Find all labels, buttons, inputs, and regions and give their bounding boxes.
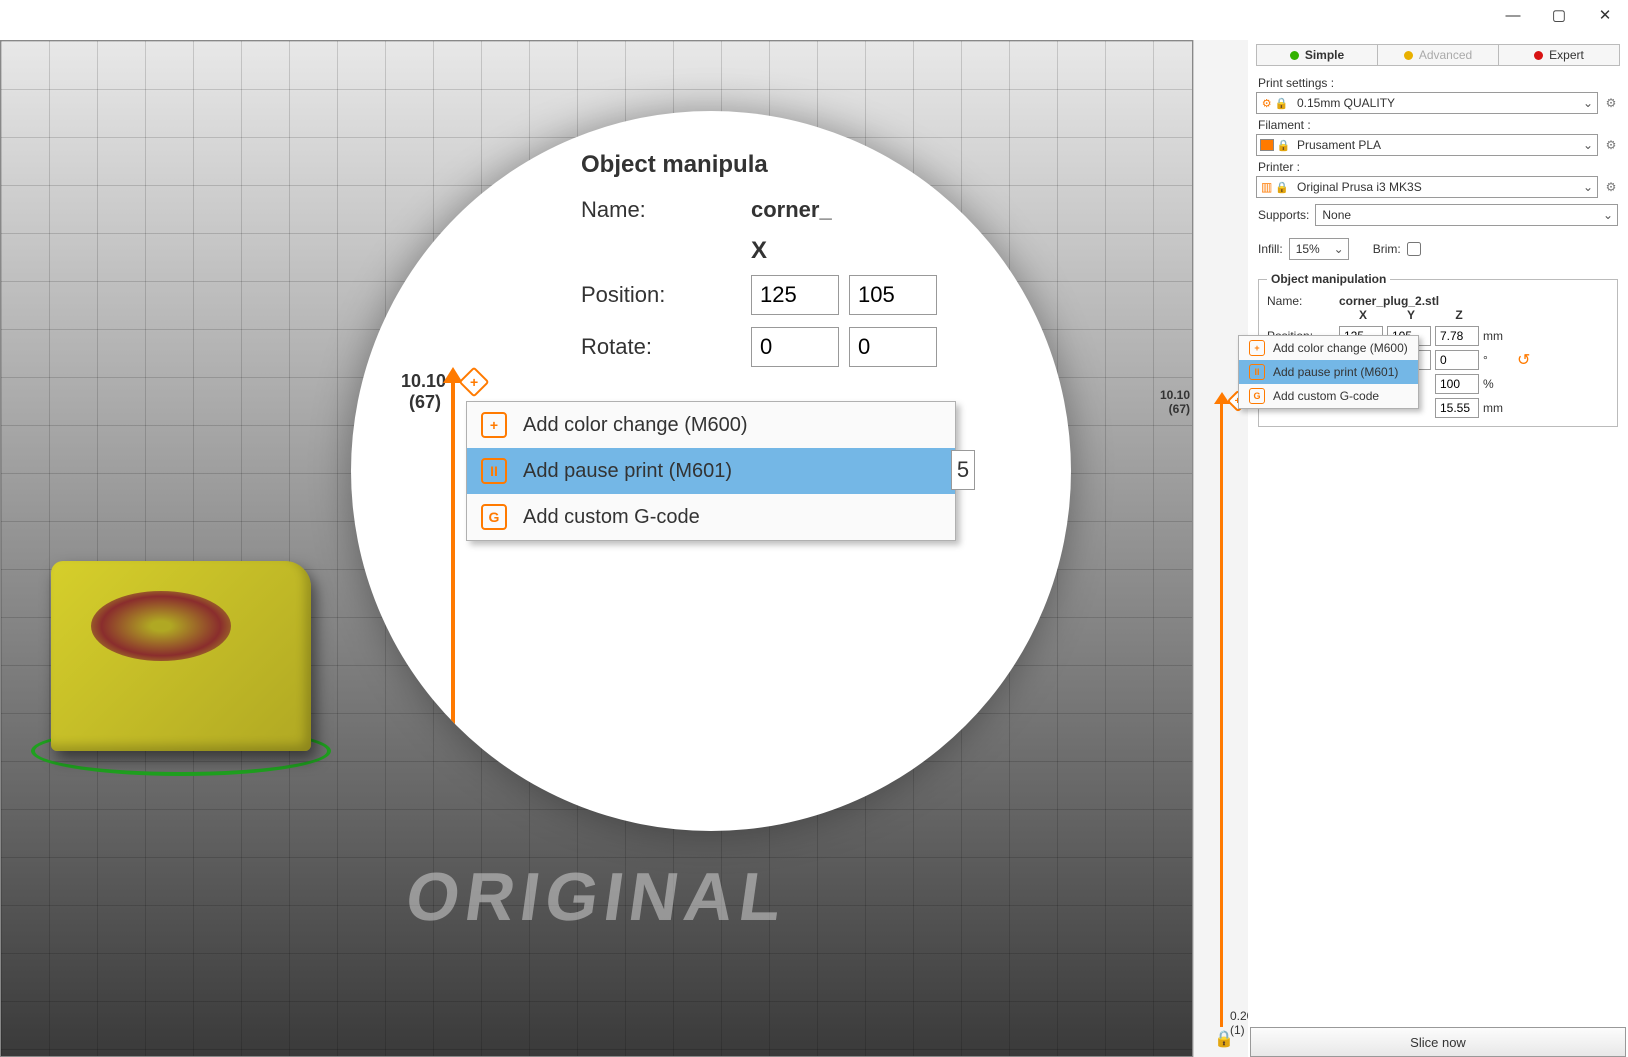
zoom-position-x-input[interactable] [751,275,839,315]
print-settings-label: Print settings : [1258,76,1618,90]
plus-icon: + [1249,340,1265,356]
zoom-layer-slider[interactable] [451,371,455,791]
filament-edit-button[interactable]: ⚙ [1602,138,1620,152]
settings-panel: Simple Advanced Expert Print settings : … [1248,40,1628,1057]
window-close-button[interactable]: ✕ [1582,0,1628,30]
layer-slider-column: 10.10 (67) + 0.20 (1) 🔒 [1193,40,1248,1057]
plus-icon: + [481,412,507,438]
printer-icon: ▥ [1261,180,1272,194]
rotate-unit: ° [1483,353,1511,367]
chevron-down-icon: ⌄ [1579,96,1597,110]
filament-label: Filament : [1258,118,1618,132]
lock-icon: 🔒 [1277,139,1291,152]
zoom-name-label: Name: [581,197,751,223]
pause-icon: II [1249,364,1265,380]
dot-red-icon [1534,51,1543,60]
3d-viewport[interactable]: ORIGINAL 10.10 (67) + Object manipula Na… [0,40,1193,1057]
axis-y-header: Y [1387,308,1435,322]
print-settings-edit-button[interactable]: ⚙ [1602,96,1620,110]
scale-unit: % [1483,377,1511,391]
filament-color-swatch [1260,139,1274,151]
scale-z-input[interactable] [1435,374,1479,394]
rotate-reset-button[interactable]: ↺ [1517,350,1530,370]
zoom-name-value: corner_ [751,197,832,223]
zoom-menu-add-pause-print[interactable]: II Add pause print (M601) [467,448,955,494]
zoom-rotate-x-input[interactable] [751,327,839,367]
print-settings-combo[interactable]: ⚙🔒 0.15mm QUALITY ⌄ [1256,92,1598,114]
mode-tab-advanced[interactable]: Advanced [1378,45,1499,65]
zoom-rotate-y-input[interactable] [849,327,937,367]
zoom-axis-x-header: X [751,237,1071,265]
brim-label: Brim: [1373,242,1401,256]
printer-label: Printer : [1258,160,1618,174]
zoom-section-title: Object manipula [581,151,1071,179]
axis-z-header: Z [1435,308,1483,322]
chevron-down-icon: ⌄ [1579,180,1597,194]
menu-add-pause-print[interactable]: II Add pause print (M601) [1239,360,1418,384]
axis-x-header: X [1339,308,1387,322]
lock-icon: 🔒 [1275,97,1289,110]
layer-slider[interactable] [1220,400,1223,1027]
zoom-menu-add-color-change[interactable]: + Add color change (M600) [467,402,955,448]
printer-combo[interactable]: ▥🔒 Original Prusa i3 MK3S ⌄ [1256,176,1598,198]
mode-tab-simple[interactable]: Simple [1257,45,1378,65]
zoom-hidden-input-peek: 5 [951,450,975,490]
infill-label: Infill: [1258,242,1283,256]
printer-edit-button[interactable]: ⚙ [1602,180,1620,194]
supports-label: Supports: [1258,208,1309,222]
zoom-menu-add-custom-gcode[interactable]: G Add custom G-code [467,494,955,540]
om-name-value: corner_plug_2.stl [1339,294,1439,308]
zoom-lens: 10.10 (67) + Object manipula Name: corne… [351,111,1071,831]
slice-now-button[interactable]: Slice now [1250,1027,1626,1057]
om-name-label: Name: [1267,294,1339,308]
rotate-z-input[interactable] [1435,350,1479,370]
dot-green-icon [1290,51,1299,60]
menu-add-custom-gcode[interactable]: G Add custom G-code [1239,384,1418,408]
pause-icon: II [481,458,507,484]
infill-combo[interactable]: 15% ⌄ [1289,238,1349,260]
slider-lock-icon[interactable]: 🔒 [1214,1029,1234,1049]
chevron-down-icon: ⌄ [1599,208,1617,222]
brim-checkbox[interactable] [1407,242,1421,256]
mode-tabs: Simple Advanced Expert [1256,44,1620,66]
gear-icon: ⚙ [1262,97,1272,110]
position-unit: mm [1483,329,1511,343]
dot-yellow-icon [1404,51,1413,60]
mode-tab-expert[interactable]: Expert [1499,45,1619,65]
menu-add-color-change[interactable]: + Add color change (M600) [1239,336,1418,360]
window-minimize-button[interactable]: — [1490,0,1536,30]
zoom-position-label: Position: [581,282,751,308]
gcode-icon: G [1249,388,1265,404]
lock-icon: 🔒 [1275,181,1289,194]
chevron-down-icon: ⌄ [1330,242,1348,256]
size-z-input[interactable] [1435,398,1479,418]
chevron-down-icon: ⌄ [1579,138,1597,152]
model-object[interactable] [51,561,311,751]
zoom-position-y-input[interactable] [849,275,937,315]
zoom-rotate-label: Rotate: [581,334,751,360]
filament-combo[interactable]: 🔒 Prusament PLA ⌄ [1256,134,1598,156]
window-maximize-button[interactable]: ▢ [1536,0,1582,30]
object-manipulation-legend: Object manipulation [1267,272,1390,286]
supports-combo[interactable]: None ⌄ [1315,204,1618,226]
window-titlebar: — ▢ ✕ [0,0,1628,40]
slider-top-label: 10.10 (67) [1160,388,1190,416]
bed-brand-text: ORIGINAL [401,858,792,936]
layer-context-menu: + Add color change (M600) II Add pause p… [1238,335,1419,409]
gcode-icon: G [481,504,507,530]
zoom-layer-context-menu: + Add color change (M600) II Add pause p… [466,401,956,541]
size-unit: mm [1483,401,1511,415]
position-z-input[interactable] [1435,326,1479,346]
